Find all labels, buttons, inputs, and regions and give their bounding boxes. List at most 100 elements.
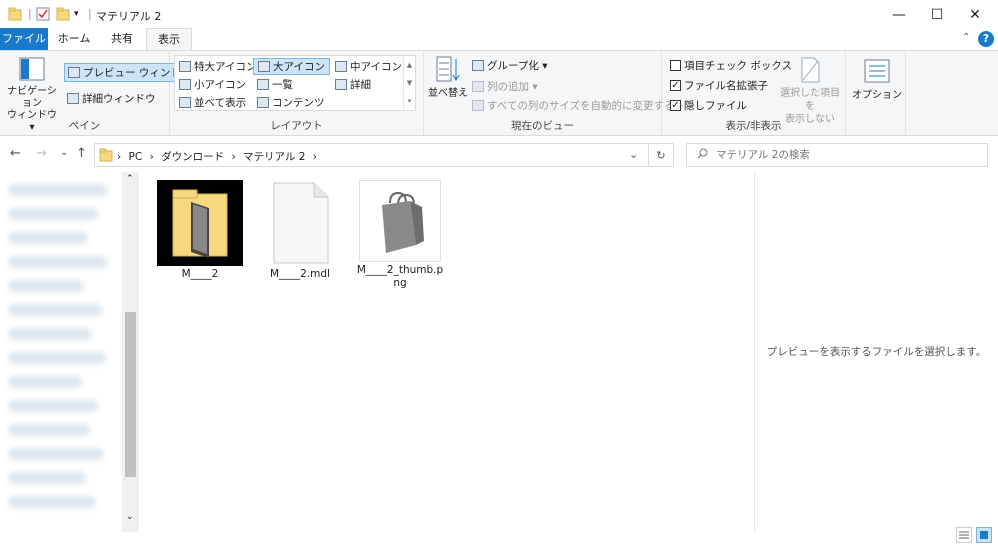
layout-item-label: 一覧 xyxy=(272,79,293,91)
breadcrumb: › PC › ダウンロード › マテリアル 2 › xyxy=(117,149,317,164)
file-item-png[interactable]: M____2_thumb.png xyxy=(354,180,446,290)
fit-columns-icon xyxy=(472,100,484,111)
breadcrumb-separator: › xyxy=(312,151,317,163)
scroll-down-icon[interactable]: ⌄ xyxy=(126,512,134,522)
help-icon[interactable]: ? xyxy=(978,31,994,47)
refresh-button[interactable]: ↻ xyxy=(648,143,674,167)
breadcrumb-downloads[interactable]: ダウンロード xyxy=(161,151,224,163)
tab-view[interactable]: 表示 xyxy=(146,28,192,51)
hidden-items-toggle[interactable]: ✓ 隠しファイル xyxy=(670,98,747,113)
nav-tree-item[interactable] xyxy=(8,328,92,340)
navigation-pane-icon xyxy=(19,57,45,84)
file-extensions-checkbox[interactable]: ✓ xyxy=(670,80,681,91)
nav-tree-item[interactable] xyxy=(8,256,108,268)
nav-tree-item[interactable] xyxy=(8,232,88,244)
layout-extra-large-icons[interactable]: 特大アイコン xyxy=(179,59,256,74)
window-title: マテリアル 2 xyxy=(96,10,162,23)
options-button[interactable]: オプション xyxy=(852,59,902,101)
file-item-folder[interactable]: M____2 xyxy=(154,180,246,281)
large-icons-view-button[interactable] xyxy=(976,527,992,543)
scroll-up-icon[interactable]: ⌃ xyxy=(126,174,134,184)
fit-columns-button[interactable]: すべての列のサイズを自動的に変更する xyxy=(472,98,675,113)
address-dropdown-icon[interactable]: ⌄ xyxy=(629,148,638,161)
tab-file[interactable]: ファイル xyxy=(0,28,48,50)
hide-selected-button[interactable]: 選択した項目を 表示しない xyxy=(776,57,844,126)
up-button[interactable]: ↑ xyxy=(76,146,87,161)
tab-share[interactable]: 共有 xyxy=(100,28,144,50)
options-label: オプション xyxy=(852,90,902,101)
layout-large-icons[interactable]: 大アイコン xyxy=(253,58,330,75)
small-icons-icon xyxy=(179,79,191,90)
nav-tree-item[interactable] xyxy=(8,496,96,508)
breadcrumb-separator: › xyxy=(231,151,236,163)
search-box[interactable] xyxy=(686,143,988,167)
group-pane: ナビゲーション ウィンドウ▾ プレビュー ウィンドウ 詳細ウィンドウ ペイン xyxy=(0,51,196,135)
breadcrumb-current[interactable]: マテリアル 2 xyxy=(243,151,305,163)
forward-button[interactable]: → xyxy=(36,146,47,161)
nav-tree-item[interactable] xyxy=(8,352,106,364)
nav-tree-item[interactable] xyxy=(8,400,98,412)
add-columns-icon xyxy=(472,81,484,92)
nav-tree-item[interactable] xyxy=(8,304,102,316)
item-checkboxes-toggle[interactable]: 項目チェック ボックス xyxy=(670,58,792,73)
folder-icon xyxy=(8,7,22,24)
details-pane-label: 詳細ウィンドウ xyxy=(82,93,156,105)
recent-locations-button[interactable]: ⌄ xyxy=(60,147,68,158)
group-by-button[interactable]: グループ化 ▾ xyxy=(472,58,547,73)
layout-medium-icons[interactable]: 中アイコン xyxy=(335,59,402,74)
nav-tree-item[interactable] xyxy=(8,472,86,484)
details-pane-icon xyxy=(67,93,79,104)
back-button[interactable]: ← xyxy=(10,146,21,161)
group-label-show-hide: 表示/非表示 xyxy=(725,120,782,132)
hidden-items-checkbox[interactable]: ✓ xyxy=(670,100,681,111)
group-layout: 特大アイコン 大アイコン 中アイコン 小アイコン 一覧 詳細 並べて表示 コンテ… xyxy=(170,51,424,135)
close-button[interactable]: ✕ xyxy=(952,0,998,30)
sort-by-button[interactable]: 並べ替え xyxy=(428,55,468,100)
file-item-mdl[interactable]: M____2.mdl xyxy=(254,180,346,281)
layout-item-label: 特大アイコン xyxy=(194,61,257,73)
item-checkboxes-checkbox[interactable] xyxy=(670,60,681,71)
file-list: M____2 M____2.mdl M____2_thumb.png xyxy=(140,172,754,532)
layout-list[interactable]: 一覧 xyxy=(257,77,293,92)
breadcrumb-pc[interactable]: PC xyxy=(129,151,143,163)
add-columns-button[interactable]: 列の追加 ▾ xyxy=(472,79,538,94)
details-view-button[interactable] xyxy=(956,527,972,543)
ribbon: ナビゲーション ウィンドウ▾ プレビュー ウィンドウ 詳細ウィンドウ ペイン 特… xyxy=(0,50,998,136)
group-options: オプション xyxy=(846,51,906,135)
group-label-pane: ペイン xyxy=(68,120,101,132)
layout-details[interactable]: 詳細 xyxy=(335,77,371,92)
customize-toolbar-icon[interactable]: ▾ xyxy=(74,9,79,19)
collapse-ribbon-icon[interactable]: ⌃ xyxy=(962,32,970,43)
navigation-pane-label-1: ナビゲーション xyxy=(7,86,57,109)
nav-pane-scrollbar[interactable]: ⌃ ⌄ xyxy=(122,172,139,532)
search-input[interactable] xyxy=(716,149,956,161)
status-bar xyxy=(0,524,998,546)
layout-small-icons[interactable]: 小アイコン xyxy=(179,77,246,92)
gallery-scroll[interactable]: ▲ ▼ ▾ xyxy=(403,56,415,110)
properties-icon[interactable] xyxy=(36,7,50,24)
nav-tree-item[interactable] xyxy=(8,448,104,460)
new-folder-icon[interactable] xyxy=(56,7,70,24)
folder-thumbnail xyxy=(157,180,243,266)
image-thumbnail xyxy=(359,180,441,262)
nav-tree-item[interactable] xyxy=(8,280,84,292)
add-columns-label: 列の追加 ▾ xyxy=(487,81,538,93)
extra-large-icons-icon xyxy=(179,61,191,72)
address-bar[interactable]: › PC › ダウンロード › マテリアル 2 › ⌄ xyxy=(94,143,674,167)
hide-selected-label-1: 選択した項目を xyxy=(780,88,840,112)
scrollbar-thumb[interactable] xyxy=(125,312,136,477)
nav-tree-item[interactable] xyxy=(8,376,82,388)
file-name: M____2 xyxy=(181,268,219,280)
list-icon xyxy=(257,79,269,90)
details-pane-button[interactable]: 詳細ウィンドウ xyxy=(67,91,156,106)
file-extensions-toggle[interactable]: ✓ ファイル名拡張子 xyxy=(670,78,768,93)
layout-tiles[interactable]: 並べて表示 xyxy=(179,95,246,110)
toolbar-divider: | xyxy=(88,7,92,20)
group-current-view: 並べ替え グループ化 ▾ 列の追加 ▾ すべての列のサイズを自動的に変更する 現… xyxy=(424,51,675,135)
nav-tree-item[interactable] xyxy=(8,424,90,436)
nav-tree-item[interactable] xyxy=(8,208,98,220)
tab-home[interactable]: ホーム xyxy=(52,28,96,50)
layout-content[interactable]: コンテンツ xyxy=(257,95,325,110)
nav-tree-item[interactable] xyxy=(8,184,108,196)
hide-selected-icon xyxy=(799,57,821,86)
